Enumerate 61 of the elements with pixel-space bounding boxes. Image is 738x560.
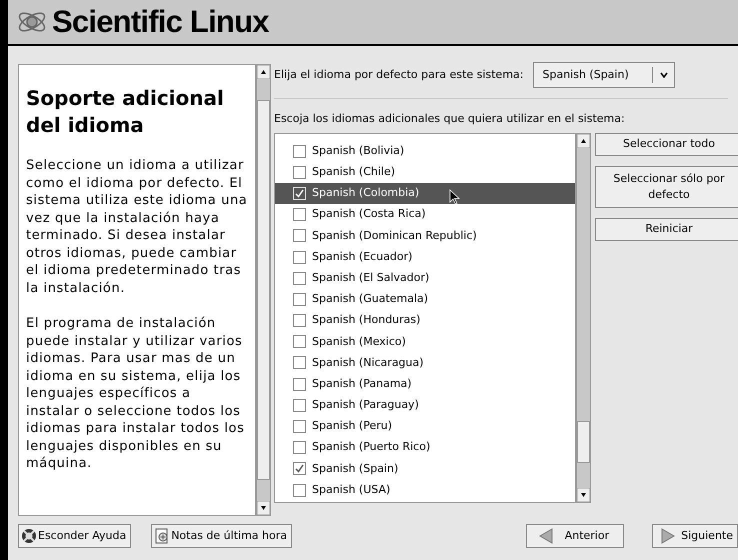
checkbox[interactable]	[293, 356, 306, 370]
language-row[interactable]: Spanish (Guatemala)	[275, 288, 575, 310]
language-row[interactable]: Spanish (Dominican Republic)	[275, 225, 575, 246]
brand-title: Scientific Linux	[52, 2, 269, 41]
language-dropdown[interactable]: Spanish (Spain)	[533, 62, 676, 88]
right-triangle-icon	[661, 528, 676, 544]
scroll-thumb[interactable]	[577, 420, 590, 462]
footer-button[interactable]: Anterior	[526, 524, 624, 548]
language-row[interactable]: Spanish (Peru)	[275, 416, 575, 438]
scroll-up-icon[interactable]	[577, 134, 590, 148]
language-row[interactable]: Spanish (Costa Rica)	[275, 204, 575, 226]
scrollbar[interactable]	[256, 64, 271, 516]
footer-button[interactable]: Esconder Ayuda	[18, 524, 132, 548]
language-row[interactable]: Spanish (Puerto Rico)	[275, 437, 575, 458]
scroll-down-icon[interactable]	[577, 488, 590, 502]
scroll-thumb[interactable]	[257, 100, 270, 480]
left-triangle-icon	[538, 528, 553, 544]
checkbox[interactable]	[293, 229, 306, 242]
help-paragraph: El programa de instalación puede instalar y utilizar varios idiomas. Para usar mas de un idioma en su sistema, elija los lenguajes específicos a instalar o seleccione todos los idiomas para instalar todos los lenguajes disponibles en su máquina.	[26, 315, 246, 472]
footer-button[interactable]: Siguiente	[652, 524, 738, 548]
checkbox[interactable]	[293, 250, 306, 264]
language-row[interactable]: Spanish (El Salvador)	[275, 268, 575, 289]
checkbox[interactable]	[293, 208, 306, 222]
language-row[interactable]: Spanish (Colombia)	[275, 182, 575, 204]
action-button[interactable]: Seleccionar todo	[595, 132, 738, 156]
footer-button[interactable]: Notas de última hora	[151, 524, 292, 548]
language-row[interactable]: Spanish (Chile)	[275, 162, 575, 183]
field-label: Elija el idioma por defecto para este sistema:	[274, 66, 524, 83]
checkbox[interactable]	[293, 292, 306, 306]
language-row[interactable]: Spanish (USA)	[275, 480, 575, 501]
lifebuoy-icon	[21, 528, 37, 544]
checkbox[interactable]	[293, 314, 306, 328]
checkbox[interactable]	[293, 462, 306, 476]
language-row[interactable]: Spanish (Mexico)	[275, 331, 575, 352]
caret-icon	[660, 72, 668, 78]
action-button[interactable]: Seleccionar sólo por defecto	[595, 166, 738, 208]
mouse-cursor-icon	[449, 189, 460, 206]
checkbox[interactable]	[293, 272, 306, 285]
language-row[interactable]: Spanish (Bolivia)	[275, 140, 575, 162]
checkbox[interactable]	[293, 378, 306, 391]
language-row[interactable]: Spanish (Spain)	[275, 458, 575, 480]
checkbox[interactable]	[293, 484, 306, 497]
checkbox[interactable]	[293, 335, 306, 348]
language-row[interactable]: Spanish (Honduras)	[275, 310, 575, 332]
help-paragraph: Seleccione un idioma a utilizar como el idioma por defecto. El sistema utiliza este idioma una vez que la instalación haya terminado. Si desea instalar otros idiomas, puede cambiar el idioma predeterminado tras la instalación.	[26, 157, 248, 297]
help-heading: Soporte adicional del idioma	[26, 85, 225, 139]
language-row[interactable]: Spanish (Nicaragua)	[275, 352, 575, 374]
language-row[interactable]: Spanish (Paraguay)	[275, 394, 575, 416]
field-label: Escoja los idiomas adicionales que quiera utilizar en el sistema:	[274, 111, 626, 127]
checkbox[interactable]	[293, 166, 306, 179]
checkbox[interactable]	[293, 144, 306, 158]
checkbox[interactable]	[293, 441, 306, 454]
scroll-up-icon[interactable]	[257, 65, 270, 79]
language-row[interactable]: Spanish (Ecuador)	[275, 246, 575, 268]
checkbox[interactable]	[293, 420, 306, 434]
document-plus-icon	[154, 528, 170, 544]
scrollbar[interactable]	[576, 132, 591, 502]
checkbox[interactable]	[293, 398, 306, 412]
action-button[interactable]: Reiniciar	[595, 218, 738, 240]
language-row[interactable]: Spanish (Panama)	[275, 374, 575, 395]
scroll-down-icon[interactable]	[257, 501, 270, 515]
